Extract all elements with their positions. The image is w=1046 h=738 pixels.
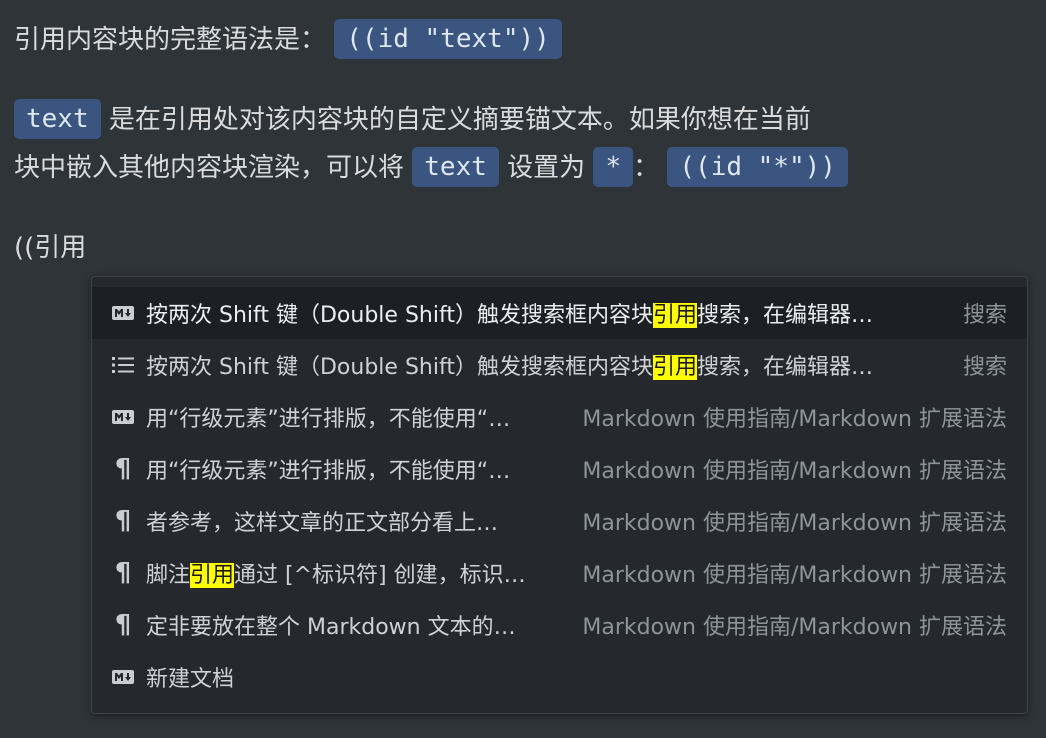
markdown-icon [110,306,136,320]
search-result-text: 新建文档 [146,661,1027,693]
inline-code-star: * [593,146,634,187]
search-result-item[interactable]: 新建文档 [92,651,1027,703]
block-reference-search-popup[interactable]: 按两次 Shift 键（Double Shift）触发搜索框内容块引用搜索，在编… [91,276,1028,714]
markdown-icon [110,670,136,684]
result-text-pre: 按两次 Shift 键（Double Shift）触发搜索框内容块 [146,303,653,328]
search-result-text: 按两次 Shift 键（Double Shift）触发搜索框内容块引用搜索，在编… [146,297,963,329]
paragraph-icon: ¶ [114,558,132,588]
result-doc-path: Markdown 使用指南/Markdown 扩展语法 [582,511,1007,536]
result-doc-path: Markdown 使用指南/Markdown 扩展语法 [582,459,1007,484]
list-icon [110,356,136,374]
search-match-highlight: 引用 [652,303,697,328]
search-result-text: 者参考，这样文章的正文部分看上… [146,505,582,537]
result-text-pre: 定非要放在整个 Markdown 文本的… [146,615,516,640]
inline-code-text: text [14,98,101,139]
syntax-paragraph: 引用内容块的完整语法是： ((id "text")) [14,16,562,64]
result-text-pre: 按两次 Shift 键（Double Shift）触发搜索框内容块 [146,355,653,380]
anchor-text-line1: 是在引用处对该内容块的自定义摘要锚文本。如果你想在当前 [108,105,811,135]
anchor-text-line2a: 块中嵌入其他内容块渲染，可以将 [14,153,405,183]
anchor-paragraph-line1: text 是在引用处对该内容块的自定义摘要锚文本。如果你想在当前 [14,96,811,144]
search-result-item[interactable]: ¶ 定非要放在整个 Markdown 文本的… Markdown 使用指南/Mark… [92,599,1027,651]
syntax-text: 引用内容块的完整语法是： [14,25,327,55]
result-text-post: 搜索，在编辑器… [696,355,873,380]
search-result-text: 脚注引用通过 [^标识符] 创建，标识… [146,557,582,589]
result-text-pre: 新建文档 [146,667,235,692]
result-doc-path: Markdown 使用指南/Markdown 扩展语法 [582,615,1007,640]
search-match-highlight: 引用 [652,355,697,380]
search-result-item[interactable]: ¶ 者参考，这样文章的正文部分看上… Markdown 使用指南/Markdown … [92,495,1027,547]
result-text-post: 通过 [^标识符] 创建，标识… [234,563,526,588]
colon: ： [633,153,660,183]
result-text-pre: 脚注 [146,563,191,588]
inline-code-text-2: text [412,146,499,187]
search-result-item[interactable]: ¶ 用“行级元素”进行排版，不能使用“… Markdown 使用指南/Markdow… [92,443,1027,495]
result-text-pre: 用“行级元素”进行排版，不能使用“… [146,407,511,432]
search-result-item[interactable]: 按两次 Shift 键（Double Shift）触发搜索框内容块引用搜索，在编… [92,287,1027,339]
result-doc-path: Markdown 使用指南/Markdown 扩展语法 [582,407,1007,432]
inline-code-syntax: ((id "text")) [334,18,562,59]
search-result-text: 用“行级元素”进行排版，不能使用“… [146,401,582,433]
search-result-item[interactable]: 用“行级元素”进行排版，不能使用“… Markdown 使用指南/Markdown… [92,391,1027,443]
result-text-pre: 用“行级元素”进行排版，不能使用“… [146,459,511,484]
result-doc-path: 搜索 [962,355,1007,380]
editor[interactable]: 引用内容块的完整语法是： ((id "text")) text 是在引用处对该内… [0,0,1046,738]
paragraph-icon: ¶ [114,506,132,536]
search-result-item[interactable]: ¶ 脚注引用通过 [^标识符] 创建，标识… Markdown 使用指南/Markd… [92,547,1027,599]
result-doc-path: Markdown 使用指南/Markdown 扩展语法 [582,563,1007,588]
result-doc-path: 搜索 [962,303,1007,328]
paragraph-icon: ¶ [114,454,132,484]
search-result-text: 定非要放在整个 Markdown 文本的… [146,609,582,641]
search-result-text: 按两次 Shift 键（Double Shift）触发搜索框内容块引用搜索，在编… [146,349,963,381]
search-match-highlight: 引用 [190,563,235,588]
markdown-icon [110,410,136,424]
result-text-pre: 者参考，这样文章的正文部分看上… [146,511,499,536]
search-result-item[interactable]: 按两次 Shift 键（Double Shift）触发搜索框内容块引用搜索，在编… [92,339,1027,391]
anchor-paragraph-line2: 块中嵌入其他内容块渲染，可以将 text 设置为 *： ((id "*")) [14,144,848,192]
search-result-text: 用“行级元素”进行排版，不能使用“… [146,453,582,485]
inline-code-full: ((id "*")) [667,146,848,187]
paragraph-icon: ¶ [114,610,132,640]
input-line[interactable]: ((引用 [14,224,86,272]
result-text-post: 搜索，在编辑器… [696,303,873,328]
anchor-text-line2b: 设置为 [507,153,586,183]
